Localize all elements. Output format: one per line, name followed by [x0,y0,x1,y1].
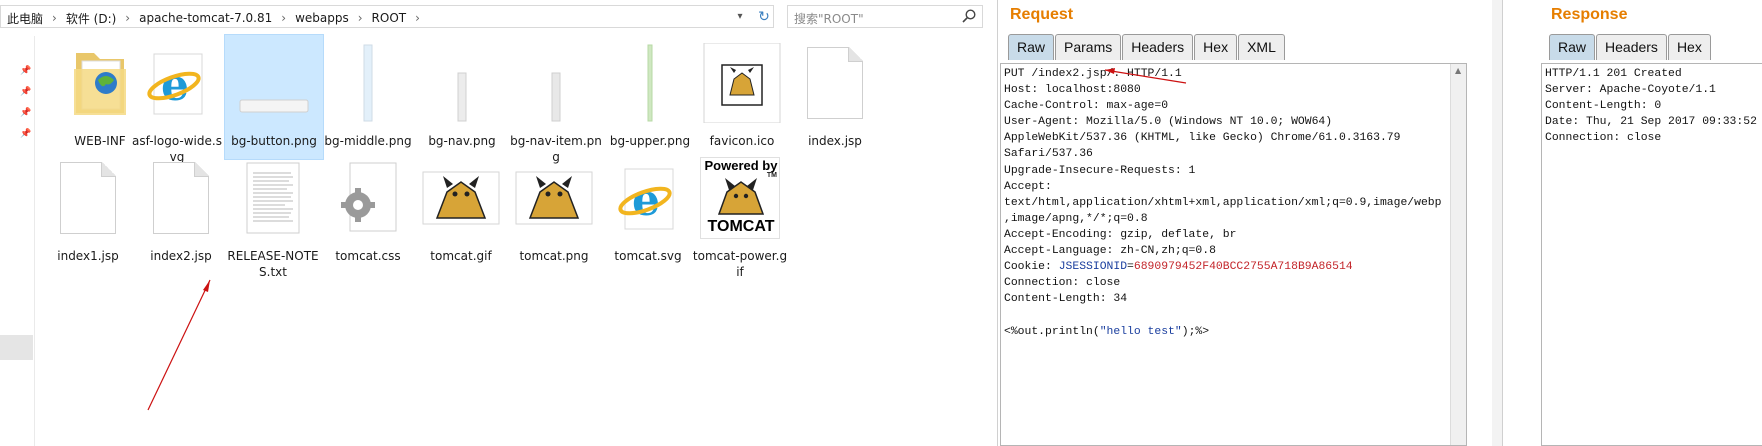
response-panel: Response Raw Headers Hex HTTP/1.1 201 Cr… [1502,0,1762,446]
image-thumb-icon [226,38,322,128]
file-name: RELEASE-NOTES.txt [227,249,319,279]
file-name: bg-middle.png [324,134,412,148]
document-icon [40,153,136,243]
tomcat-icon [694,38,790,128]
address-bar[interactable]: 此电脑 › 软件 (D:) › apache-tomcat-7.0.81 › w… [0,5,774,28]
tm-text: TM [766,172,777,179]
response-line: Connection: close [1545,132,1662,145]
text-file-icon [225,153,321,243]
tomcat-icon [413,153,509,243]
svg-text:e: e [161,60,189,111]
document-icon [133,153,229,243]
response-text[interactable]: HTTP/1.1 201 Created Server: Apache-Coyo… [1545,66,1762,146]
file-name: index1.jsp [57,249,119,263]
red-arrow-line [1104,69,1187,84]
file-name: bg-button.png [231,134,317,148]
ie-svg-icon: e [129,38,225,128]
chevron-right-icon: › [281,11,287,25]
chevron-right-icon: › [415,11,420,25]
file-name: tomcat.svg [614,249,682,263]
red-arrow-line [147,279,211,411]
red-arrowhead [1105,68,1115,74]
file-name: tomcat-power.gif [692,249,788,279]
image-thumb-icon [414,38,510,128]
image-thumb-icon [602,38,698,128]
file-name: tomcat.png [519,249,589,263]
chevron-down-icon[interactable]: ▾ [733,10,747,24]
pin-icon[interactable]: 📌 [20,87,31,97]
chevron-right-icon: › [125,11,131,25]
document-icon [787,38,883,128]
response-title: Response [1551,6,1628,23]
pin-icon[interactable]: 📌 [20,129,31,139]
search-input[interactable]: 搜索"ROOT" [787,5,983,28]
css-gear-icon [320,153,416,243]
refresh-icon[interactable]: ↻ [755,8,773,26]
response-line: HTTP/1.1 201 Created [1545,68,1682,80]
response-line: Date: Thu, 21 Sep 2017 09:33:52 GMT [1545,116,1762,129]
file-explorer: 此电脑 › 软件 (D:) › apache-tomcat-7.0.81 › w… [0,0,997,446]
tab-hex[interactable]: Hex [1667,34,1711,60]
file-name: bg-upper.png [609,134,691,148]
ie-svg-icon: e [600,153,696,243]
breadcrumb-item[interactable]: 此电脑 [7,10,43,27]
breadcrumb-item[interactable]: apache-tomcat-7.0.81 [139,11,272,25]
response-tabs: Raw Headers Hex [1549,34,1712,60]
tomcat-brand-text: TOMCAT [707,218,775,235]
file-name: index2.jsp [150,249,212,263]
breadcrumb-item[interactable]: ROOT [372,11,407,25]
response-editor[interactable]: HTTP/1.1 201 Created Server: Apache-Coyo… [1541,63,1762,446]
powered-by-text: Powered by [704,158,778,173]
breadcrumb-item[interactable]: 软件 (D:) [66,10,116,27]
tomcat-icon [506,153,602,243]
red-arrowhead [203,280,210,292]
file-name: index.jsp [808,134,862,148]
file-name: bg-nav.png [428,134,496,148]
tab-raw[interactable]: Raw [1549,34,1596,60]
breadcrumb: 此电脑 › 软件 (D:) › apache-tomcat-7.0.81 › w… [7,10,429,26]
pin-icon[interactable]: 📌 [20,108,31,118]
chevron-right-icon: › [52,11,57,25]
response-line: Content-Length: 0 [1545,100,1662,113]
search-placeholder: 搜索"ROOT" [794,12,864,26]
file-name: tomcat.gif [430,249,492,263]
breadcrumb-item[interactable]: webapps [295,11,349,25]
request-annotation-arrow [1104,68,1187,84]
tomcat-power-icon: Powered by TM TOMCAT [692,153,788,243]
image-thumb-icon [508,38,604,128]
navigation-pane[interactable]: 📌 📌 📌 📌 [0,36,35,446]
file-name: favicon.ico [709,134,775,148]
request-panel: Request Raw Params Headers Hex XML PUT /… [997,0,1492,446]
pin-icon[interactable]: 📌 [20,66,31,76]
nav-selected-item[interactable] [0,335,33,360]
file-name: tomcat.css [335,249,401,263]
svg-text:e: e [632,175,660,226]
search-icon[interactable] [961,8,977,24]
response-line: Server: Apache-Coyote/1.1 [1545,84,1716,97]
chevron-right-icon: › [357,11,363,25]
tab-headers[interactable]: Headers [1596,34,1667,60]
image-thumb-icon [320,38,416,128]
panel-divider[interactable] [1492,0,1502,446]
